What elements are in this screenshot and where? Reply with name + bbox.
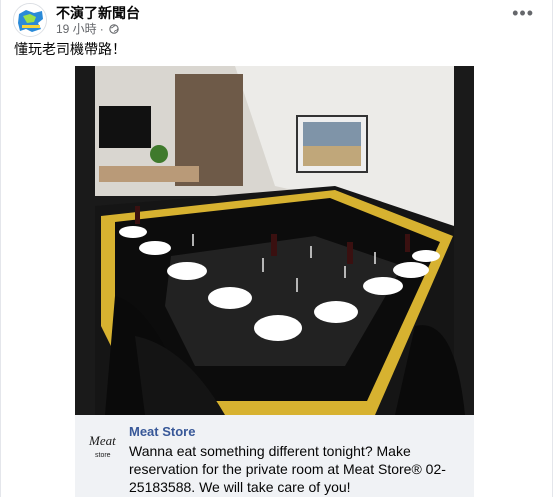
meat-store-logo: Meat store <box>87 429 119 463</box>
more-icon: ••• <box>512 3 534 23</box>
meta-separator: · <box>99 21 104 36</box>
post-text: 懂玩老司機帶路！ <box>14 41 126 57</box>
more-options-button[interactable]: ••• <box>512 4 534 22</box>
post-meta: 19 小時 · <box>56 20 119 37</box>
meat-store-logo-icon: Meat store <box>88 433 116 459</box>
link-title[interactable]: Meat Store <box>129 424 195 439</box>
post-time[interactable]: 19 小時 <box>56 20 97 37</box>
svg-text:Meat: Meat <box>88 433 116 448</box>
link-description: Wanna eat something different tonight? M… <box>129 443 446 495</box>
link-preview[interactable]: Meat store Meat Store Wanna eat somethin… <box>75 415 474 497</box>
photo-image <box>75 66 474 415</box>
post-photo[interactable] <box>75 66 474 415</box>
svg-text:store: store <box>95 452 111 459</box>
post-card: 不演了新聞台 19 小時 · ••• 懂玩老司機帶路！ Meat store M… <box>0 0 553 497</box>
page-avatar[interactable] <box>13 3 47 37</box>
globe-icon <box>108 23 119 34</box>
avatar-logo-icon <box>14 4 46 36</box>
